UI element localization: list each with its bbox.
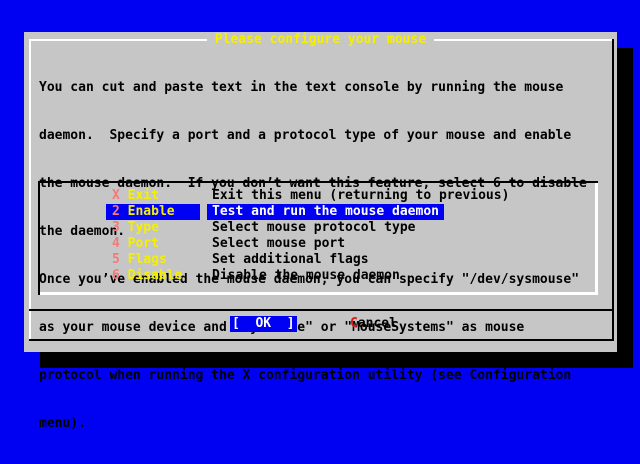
menu-item-desc: Test and run the mouse daemon	[207, 204, 444, 220]
menu-item-enable[interactable]: 2 Enable Test and run the mouse daemon	[24, 204, 617, 220]
menu-item-desc: Exit this menu (returning to previous)	[212, 188, 510, 203]
console-screen: { "colors": { "screen_background": "#000…	[0, 0, 640, 431]
menu-item-desc: Disable the mouse daemon	[212, 268, 400, 283]
mouse-config-dialog: Please configure your mouse You can cut …	[24, 32, 617, 431]
menu-border-top	[38, 181, 598, 183]
body-line: protocol when running the X configuratio…	[39, 368, 572, 383]
menu-item-tag: 6 Disable	[112, 268, 183, 283]
menu-item-tag: 2 Enable	[106, 204, 200, 220]
dialog-title: Please configure your mouse	[206, 32, 435, 48]
menu-item-exit[interactable]: X Exit Exit this menu (returning to prev…	[24, 188, 617, 204]
menu-item-desc: Select mouse port	[212, 236, 346, 251]
cancel-button[interactable]: Cancel	[350, 316, 397, 332]
menu-item-flags[interactable]: 5 Flags Set additional flags	[24, 252, 617, 268]
menu-item-port[interactable]: 4 Port Select mouse port	[24, 236, 617, 252]
body-line: You can cut and paste text in the text c…	[39, 80, 564, 95]
menu-item-tag: 3 Type	[112, 220, 159, 235]
menu-item-desc: Select mouse protocol type	[212, 220, 416, 235]
menu-item-disable[interactable]: 6 Disable Disable the mouse daemon	[24, 268, 617, 284]
body-line: menu).	[39, 416, 86, 431]
menu-border-bottom	[40, 292, 598, 295]
ok-button[interactable]: [ OK ]	[230, 316, 297, 332]
menu-item-type[interactable]: 3 Type Select mouse protocol type	[24, 220, 617, 236]
body-line: daemon. Specify a port and a protocol ty…	[39, 128, 572, 143]
menu-item-tag: X Exit	[112, 188, 159, 203]
body-line: as your mouse device and "SysMouse" or "…	[39, 320, 525, 335]
cancel-shortcut-key: C	[350, 316, 358, 331]
dialog-titlebar: Please configure your mouse	[24, 32, 617, 48]
menu-item-tag: 4 Port	[112, 236, 159, 251]
button-separator	[29, 309, 612, 311]
menu-item-desc: Set additional flags	[212, 252, 369, 267]
menu-item-tag: 5 Flags	[112, 252, 167, 267]
